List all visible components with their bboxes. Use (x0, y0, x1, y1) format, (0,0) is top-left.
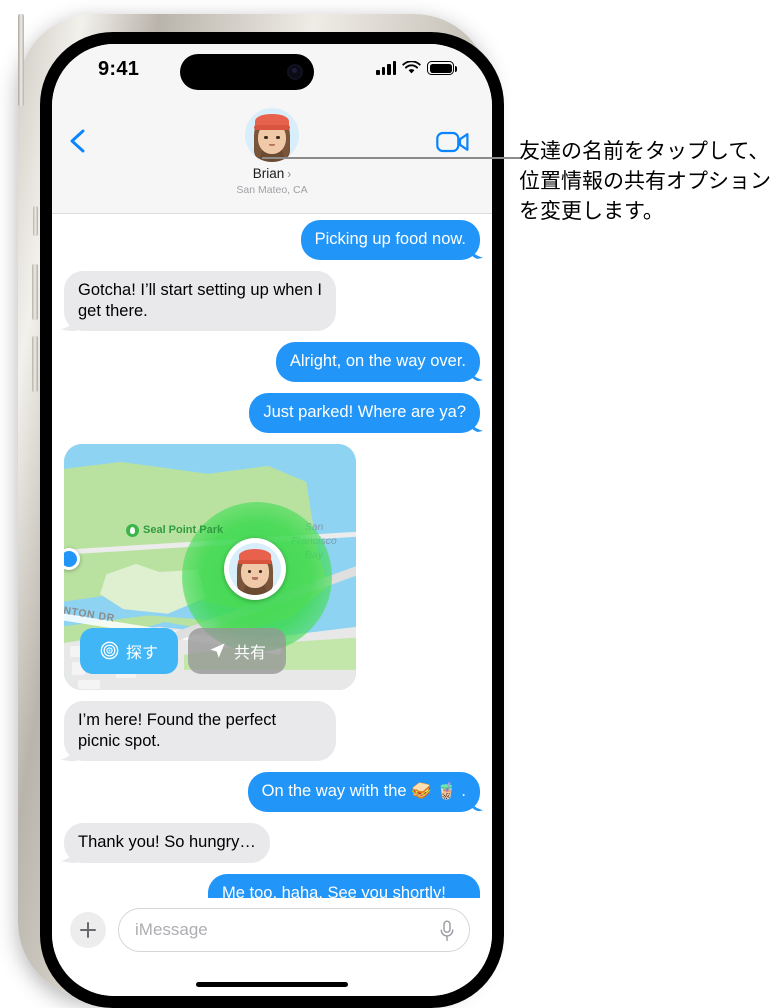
message-input-bar: iMessage (52, 898, 492, 996)
memoji-avatar[interactable] (245, 108, 299, 162)
message-row: Picking up food now. (64, 220, 480, 260)
park-dot-icon (126, 523, 139, 537)
share-button[interactable]: 共有 (188, 627, 287, 674)
message-bubble-incoming[interactable]: Gotcha! I’ll start setting up when I get… (64, 270, 336, 332)
message-input-placeholder: iMessage (135, 920, 208, 939)
message-bubble-outgoing[interactable]: On the way with the 🥪 🧋 . (247, 772, 480, 813)
contact-location-label: San Mateo, CA (236, 184, 308, 196)
status-clock: 9:41 (98, 58, 140, 80)
battery-icon (427, 61, 458, 75)
chevron-right-icon: › (287, 166, 292, 181)
status-indicators (376, 61, 458, 75)
find-button-label: 探す (126, 644, 159, 662)
message-row: Alright, on the way over. (64, 342, 480, 383)
dynamic-island (180, 54, 314, 90)
message-bubble-incoming[interactable]: I’m here! Found the perfect picnic spot. (64, 700, 336, 762)
navigation-arrow-icon (210, 643, 225, 659)
status-bar: 9:41 (52, 44, 492, 102)
message-row: Thank you! So hungry… (64, 823, 480, 864)
find-button[interactable]: 探す (80, 627, 179, 674)
park-pin-icon: Seal Point Park (126, 523, 224, 537)
message-row: Just parked! Where are ya? (64, 393, 480, 433)
message-bubble-outgoing[interactable]: Alright, on the way over. (275, 342, 480, 383)
friend-memoji-marker[interactable] (224, 537, 286, 600)
facetime-video-icon[interactable] (436, 130, 470, 154)
message-list[interactable]: Picking up food now. Gotcha! I’ll start … (52, 214, 492, 956)
phone-frame: 9:41 Brian › San Mateo, CA Picking up fo… (18, 14, 504, 1008)
contact-name-button[interactable]: Brian › (253, 166, 292, 181)
callout-leader-line (262, 157, 520, 159)
shared-location-map[interactable]: INTON DR San Francisco Bay Seal Point Pa… (64, 443, 356, 690)
map-action-buttons: 探す 共有 (80, 627, 287, 674)
message-row: INTON DR San Francisco Bay Seal Point Pa… (64, 443, 480, 690)
message-bubble-incoming[interactable]: Thank you! So hungry… (64, 823, 270, 864)
cellular-signal-icon (376, 61, 396, 75)
message-row: I’m here! Found the perfect picnic spot. (64, 700, 480, 762)
message-row: On the way with the 🥪 🧋 . (64, 772, 480, 813)
memoji-face-icon (245, 108, 299, 162)
contact-info-block[interactable]: Brian › San Mateo, CA (52, 108, 492, 196)
volume-up-button[interactable] (32, 264, 38, 320)
front-camera-icon (287, 64, 303, 80)
message-bubble-outgoing[interactable]: Picking up food now. (300, 220, 480, 260)
callout-annotation-text: 友達の名前をタップして、位置情報の共有オプションを変更します。 (519, 139, 771, 223)
home-indicator[interactable] (196, 981, 348, 987)
wifi-icon (402, 61, 421, 74)
message-input-field[interactable]: iMessage (118, 908, 470, 952)
microphone-icon[interactable] (439, 920, 455, 942)
power-button[interactable] (18, 14, 24, 106)
message-row: Gotcha! I’ll start setting up when I get… (64, 270, 480, 332)
radar-find-my-icon (100, 642, 119, 660)
share-button-label: 共有 (234, 644, 267, 662)
phone-screen: 9:41 Brian › San Mateo, CA Picking up fo… (52, 44, 492, 996)
memoji-face-icon (229, 543, 281, 595)
screenshot-root: 9:41 Brian › San Mateo, CA Picking up fo… (0, 0, 779, 1008)
contact-name-label: Brian (252, 166, 285, 181)
volume-down-button[interactable] (32, 336, 38, 392)
silent-switch-button[interactable] (33, 206, 38, 236)
message-bubble-outgoing[interactable]: Just parked! Where are ya? (249, 393, 480, 433)
map-park-label: Seal Point Park (143, 524, 224, 537)
plus-attachment-icon[interactable] (70, 912, 106, 948)
